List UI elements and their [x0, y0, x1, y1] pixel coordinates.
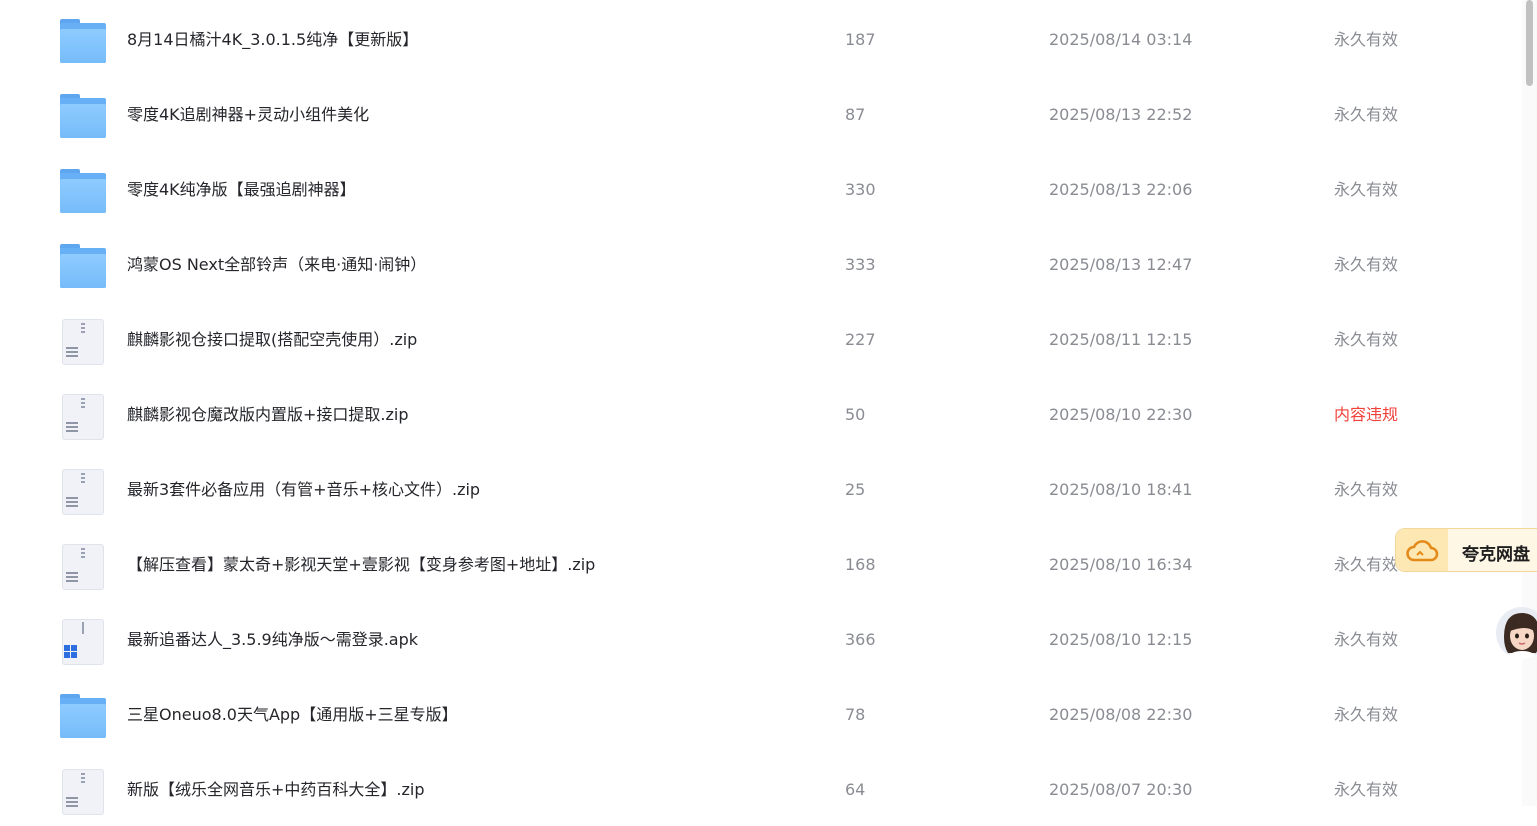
- file-status: 永久有效: [1334, 780, 1399, 799]
- file-row[interactable]: 最新追番达人_3.5.9纯净版～需登录.apk 366 2025/08/10 12:…: [0, 601, 1522, 676]
- file-name[interactable]: 三星Oneuo8.0天气App【通用版+三星专版】: [127, 704, 458, 726]
- file-count: 50: [845, 405, 866, 424]
- file-count: 227: [845, 330, 876, 349]
- zip-file-icon: [60, 469, 106, 515]
- folder-icon: [60, 94, 106, 140]
- file-count: 64: [845, 780, 866, 799]
- file-date: 2025/08/11 12:15: [1049, 330, 1193, 349]
- file-row[interactable]: 零度4K追剧神器+灵动小组件美化 87 2025/08/13 22:52 永久有效: [0, 76, 1522, 151]
- file-count: 366: [845, 630, 876, 649]
- file-row[interactable]: 新版【绒乐全网音乐+中药百科大全】.zip 64 2025/08/07 20:30 永…: [0, 751, 1522, 826]
- folder-icon: [60, 694, 106, 740]
- file-name[interactable]: 最新追番达人_3.5.9纯净版～需登录.apk: [127, 629, 418, 651]
- zip-file-icon: [60, 544, 106, 590]
- file-name[interactable]: 零度4K追剧神器+灵动小组件美化: [127, 104, 369, 126]
- file-date: 2025/08/10 16:34: [1049, 555, 1193, 574]
- file-name[interactable]: 鸿蒙OS Next全部铃声（来电·通知·闹钟）: [127, 254, 426, 276]
- file-name[interactable]: 新版【绒乐全网音乐+中药百科大全】.zip: [127, 779, 425, 801]
- file-status: 永久有效: [1334, 180, 1399, 199]
- file-count: 333: [845, 255, 876, 274]
- file-row[interactable]: 【解压查看】蒙太奇+影视天堂+壹影视【变身参考图+地址】.zip 168 2025/…: [0, 526, 1522, 601]
- folder-icon: [60, 244, 106, 290]
- file-date: 2025/08/07 20:30: [1049, 780, 1193, 799]
- file-status: 永久有效: [1334, 555, 1399, 574]
- file-date: 2025/08/10 12:15: [1049, 630, 1193, 649]
- file-count: 330: [845, 180, 876, 199]
- file-status: 内容违规: [1334, 405, 1399, 424]
- file-date: 2025/08/08 22:30: [1049, 705, 1193, 724]
- file-status: 永久有效: [1334, 480, 1399, 499]
- file-status: 永久有效: [1334, 30, 1399, 49]
- file-date: 2025/08/14 03:14: [1049, 30, 1193, 49]
- file-name[interactable]: 零度4K纯净版【最强追剧神器】: [127, 179, 356, 201]
- zip-file-icon: [60, 394, 106, 440]
- file-name[interactable]: 麒麟影视仓接口提取(搭配空壳使用）.zip: [127, 329, 417, 351]
- file-status: 永久有效: [1334, 330, 1399, 349]
- zip-file-icon: [60, 319, 106, 365]
- apk-file-icon: [60, 619, 106, 665]
- scrollbar[interactable]: [1522, 0, 1537, 806]
- quark-badge-label: 夸克网盘: [1462, 545, 1530, 565]
- file-count: 168: [845, 555, 876, 574]
- file-row[interactable]: 零度4K纯净版【最强追剧神器】 330 2025/08/13 22:06 永久有效: [0, 151, 1522, 226]
- scrollbar-thumb[interactable]: [1526, 0, 1533, 86]
- file-row[interactable]: 8月14日橘汁4K_3.0.1.5纯净【更新版】 187 2025/08/14 03…: [0, 1, 1522, 76]
- file-name[interactable]: 【解压查看】蒙太奇+影视天堂+壹影视【变身参考图+地址】.zip: [127, 554, 595, 576]
- file-name[interactable]: 麒麟影视仓魔改版内置版+接口提取.zip: [127, 404, 409, 426]
- file-status: 永久有效: [1334, 255, 1399, 274]
- file-name[interactable]: 最新3套件必备应用（有管+音乐+核心文件）.zip: [127, 479, 480, 501]
- file-count: 78: [845, 705, 866, 724]
- file-row[interactable]: 三星Oneuo8.0天气App【通用版+三星专版】 78 2025/08/08 22…: [0, 676, 1522, 751]
- file-row[interactable]: 麒麟影视仓魔改版内置版+接口提取.zip 50 2025/08/10 22:30 内容…: [0, 376, 1522, 451]
- file-row[interactable]: 鸿蒙OS Next全部铃声（来电·通知·闹钟） 333 2025/08/13 12:…: [0, 226, 1522, 301]
- file-date: 2025/08/10 22:30: [1049, 405, 1193, 424]
- file-count: 187: [845, 30, 876, 49]
- file-count: 87: [845, 105, 866, 124]
- file-row[interactable]: 最新3套件必备应用（有管+音乐+核心文件）.zip 25 2025/08/10 18…: [0, 451, 1522, 526]
- file-date: 2025/08/13 22:06: [1049, 180, 1193, 199]
- folder-icon: [60, 169, 106, 215]
- file-date: 2025/08/13 22:52: [1049, 105, 1193, 124]
- quark-drive-badge[interactable]: 夸克网盘: [1395, 528, 1537, 572]
- file-status: 永久有效: [1334, 630, 1399, 649]
- cloud-icon: [1396, 529, 1448, 571]
- file-date: 2025/08/10 18:41: [1049, 480, 1193, 499]
- file-date: 2025/08/13 12:47: [1049, 255, 1193, 274]
- zip-file-icon: [60, 769, 106, 815]
- file-status: 永久有效: [1334, 105, 1399, 124]
- file-status: 永久有效: [1334, 705, 1399, 724]
- folder-icon: [60, 19, 106, 65]
- file-count: 25: [845, 480, 866, 499]
- file-name[interactable]: 8月14日橘汁4K_3.0.1.5纯净【更新版】: [127, 29, 418, 51]
- file-row[interactable]: 麒麟影视仓接口提取(搭配空壳使用）.zip 227 2025/08/11 12:15…: [0, 301, 1522, 376]
